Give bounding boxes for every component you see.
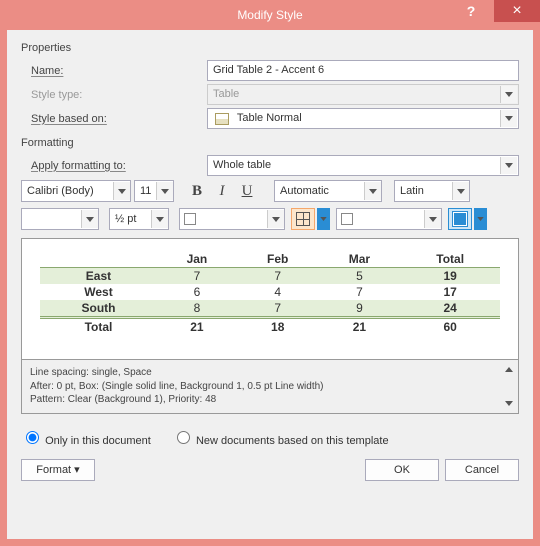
fill-icon bbox=[453, 212, 467, 226]
chevron-down-icon[interactable] bbox=[452, 182, 469, 200]
apply-to-select[interactable]: Whole table bbox=[207, 155, 519, 176]
color-swatch-icon bbox=[341, 213, 353, 225]
cancel-button[interactable]: Cancel bbox=[445, 459, 519, 481]
based-on-select[interactable]: Table Normal bbox=[207, 108, 519, 129]
format-button[interactable]: Format ▾ bbox=[21, 459, 95, 481]
title-bar[interactable]: Modify Style ? × bbox=[0, 0, 540, 30]
apply-to-label: Apply formatting to: bbox=[31, 160, 126, 172]
pen-color-select[interactable] bbox=[179, 208, 285, 230]
border-toolbar: ½ pt bbox=[21, 208, 519, 230]
borders-dropdown[interactable] bbox=[317, 208, 330, 230]
scroll-down-icon[interactable] bbox=[502, 397, 516, 411]
style-type-select: Table bbox=[207, 84, 519, 105]
table-row: West 6 4 7 17 bbox=[40, 284, 500, 300]
radio-only-document[interactable]: Only in this document bbox=[21, 435, 154, 447]
table-style-icon bbox=[213, 111, 231, 125]
help-button[interactable]: ? bbox=[448, 0, 494, 22]
borders-button[interactable] bbox=[291, 208, 315, 230]
script-select[interactable]: Latin bbox=[394, 180, 470, 202]
shading-button[interactable] bbox=[448, 208, 472, 230]
style-description: Line spacing: single, Space After: 0 pt,… bbox=[21, 360, 519, 414]
table-row: East 7 7 5 19 bbox=[40, 268, 500, 285]
scrollbar[interactable] bbox=[502, 362, 516, 411]
italic-button[interactable]: I bbox=[211, 180, 233, 202]
section-properties: Properties bbox=[21, 42, 519, 54]
chevron-down-icon[interactable] bbox=[267, 210, 284, 228]
borders-grid-icon bbox=[296, 212, 310, 226]
radio-new-documents[interactable]: New documents based on this template bbox=[172, 435, 389, 447]
chevron-down-icon[interactable] bbox=[151, 210, 168, 228]
style-type-label: Style type: bbox=[21, 89, 207, 101]
shading-dropdown[interactable] bbox=[474, 208, 487, 230]
font-family-select[interactable]: Calibri (Body) bbox=[21, 180, 131, 202]
chevron-down-icon[interactable] bbox=[81, 210, 98, 228]
chevron-down-icon bbox=[500, 86, 517, 103]
underline-button[interactable]: U bbox=[236, 180, 258, 202]
chevron-down-icon[interactable] bbox=[113, 182, 130, 200]
chevron-down-icon[interactable] bbox=[364, 182, 381, 200]
color-swatch-icon bbox=[184, 213, 196, 225]
scope-radio-group: Only in this document New documents base… bbox=[21, 428, 519, 447]
font-color-select[interactable]: Automatic bbox=[274, 180, 382, 202]
section-formatting: Formatting bbox=[21, 137, 519, 149]
chevron-down-icon[interactable] bbox=[500, 110, 517, 127]
bold-button[interactable]: B bbox=[186, 180, 208, 202]
chevron-down-icon[interactable] bbox=[500, 157, 517, 174]
chevron-down-icon[interactable] bbox=[424, 210, 441, 228]
name-input[interactable]: Grid Table 2 - Accent 6 bbox=[207, 60, 519, 81]
table-row: South 8 7 9 24 bbox=[40, 300, 500, 318]
dialog-body: Properties Name: Grid Table 2 - Accent 6… bbox=[7, 30, 533, 539]
preview-table: Jan Feb Mar Total East 7 7 5 19 bbox=[40, 251, 500, 335]
ok-button[interactable]: OK bbox=[365, 459, 439, 481]
font-size-select[interactable]: 11 bbox=[134, 180, 174, 202]
chevron-down-icon[interactable] bbox=[156, 182, 173, 200]
font-toolbar: Calibri (Body) 11 B I U Automatic Latin bbox=[21, 180, 519, 202]
line-style-select[interactable] bbox=[21, 208, 99, 230]
table-preview: Jan Feb Mar Total East 7 7 5 19 bbox=[21, 238, 519, 360]
scroll-up-icon[interactable] bbox=[502, 362, 516, 376]
line-weight-select[interactable]: ½ pt bbox=[109, 208, 169, 230]
close-button[interactable]: × bbox=[494, 0, 540, 22]
shading-color-select[interactable] bbox=[336, 208, 442, 230]
modify-style-dialog: Modify Style ? × Properties Name: Grid T… bbox=[0, 0, 540, 546]
based-on-label: Style based on: bbox=[31, 113, 107, 125]
table-row: Total 21 18 21 60 bbox=[40, 318, 500, 336]
name-label: Name: bbox=[31, 65, 63, 77]
